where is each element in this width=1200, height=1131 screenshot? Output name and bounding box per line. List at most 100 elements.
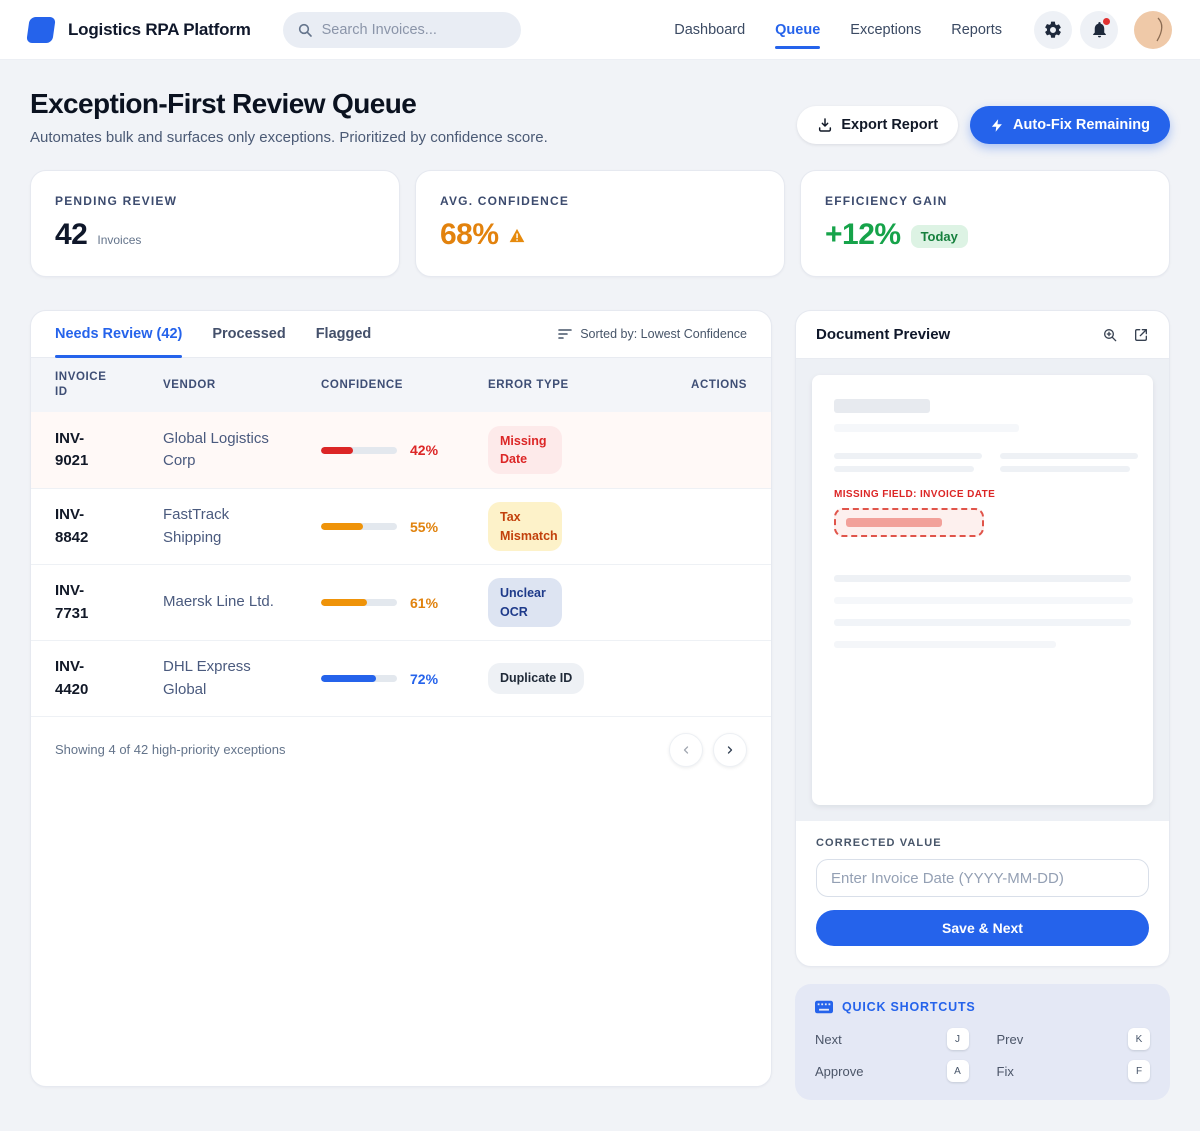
shortcuts-title: QUICK SHORTCUTS [842, 1000, 976, 1014]
corrected-value-label: CORRECTED VALUE [816, 837, 1149, 849]
stat-value: 42 [55, 218, 87, 252]
sort-icon [558, 328, 572, 340]
stat-value: +12% [825, 218, 901, 252]
vendor-name: Global Logistics Corp [163, 428, 285, 473]
doc-placeholder-line [834, 466, 974, 472]
preview-title: Document Preview [816, 326, 950, 343]
tab-flagged[interactable]: Flagged [316, 311, 372, 357]
avatar[interactable] [1134, 11, 1172, 49]
document-page[interactable]: MISSING FIELD: INVOICE DATE [812, 375, 1153, 805]
column-actions: ACTIONS [691, 378, 747, 393]
confidence-bar [321, 447, 397, 454]
confidence-value: 42% [410, 442, 438, 458]
confidence-bar [321, 599, 397, 606]
shortcut-item: PrevK [997, 1028, 1151, 1050]
shortcuts-grid: NextJPrevKApproveAFixF [815, 1028, 1150, 1082]
main-nav: Dashboard Queue Exceptions Reports [674, 0, 1002, 60]
shortcut-keycap: A [947, 1060, 969, 1082]
shortcut-item: FixF [997, 1060, 1151, 1082]
doc-placeholder-line [834, 424, 1019, 432]
missing-field-bar [846, 518, 942, 527]
nav-link-exceptions[interactable]: Exceptions [850, 0, 921, 60]
column-confidence: CONFIDENCE [321, 378, 488, 393]
column-vendor: VENDOR [163, 378, 321, 393]
brand-logo [26, 17, 56, 43]
doc-placeholder-title [834, 399, 930, 413]
download-icon [817, 117, 833, 133]
invoice-id: INV-4420 [55, 656, 117, 701]
column-invoice-id: INVOICE ID [55, 370, 117, 400]
error-type-badge: Missing Date [488, 426, 562, 474]
stat-label: AVG. CONFIDENCE [440, 194, 760, 208]
page-subtitle: Automates bulk and surfaces only excepti… [30, 129, 548, 146]
shortcut-label: Approve [815, 1064, 863, 1079]
tab-needs-review[interactable]: Needs Review (42) [55, 311, 182, 357]
export-report-button[interactable]: Export Report [797, 106, 958, 144]
table-row[interactable]: INV-7731Maersk Line Ltd.61%Unclear OCR [31, 564, 771, 640]
doc-placeholder-line [834, 575, 1131, 582]
review-queue-card: Needs Review (42) Processed Flagged Sort… [30, 310, 772, 1087]
shortcut-keycap: K [1128, 1028, 1150, 1050]
invoice-id: INV-7731 [55, 580, 117, 625]
stat-cards: PENDING REVIEW 42 Invoices AVG. CONFIDEN… [30, 170, 1170, 277]
settings-button[interactable] [1034, 11, 1072, 49]
external-link-icon[interactable] [1133, 327, 1149, 343]
corrected-value-section: CORRECTED VALUE Save & Next [796, 821, 1169, 966]
shortcut-keycap: F [1128, 1060, 1150, 1082]
doc-placeholder-line [1000, 453, 1138, 459]
chevron-right-icon [724, 744, 736, 756]
table-row[interactable]: INV-9021 Global Logistics Corp 42% Missing … [31, 412, 771, 488]
search-input[interactable] [322, 22, 507, 38]
vendor-name: FastTrack Shipping [163, 504, 285, 549]
stat-card-efficiency: EFFICIENCY GAIN +12% Today [800, 170, 1170, 277]
doc-placeholder-line [834, 597, 1133, 604]
error-type-badge: Tax Mismatch [488, 502, 562, 550]
search-box[interactable] [283, 12, 521, 48]
table-row[interactable]: INV-4420DHL Express Global72%Duplicate I… [31, 640, 771, 716]
doc-placeholder-line [834, 641, 1056, 648]
next-page-button[interactable] [713, 733, 747, 767]
nav-link-reports[interactable]: Reports [951, 0, 1002, 60]
document-preview-card: Document Preview [795, 310, 1170, 967]
nav-link-dashboard[interactable]: Dashboard [674, 0, 745, 60]
error-type-badge: Unclear OCR [488, 578, 562, 626]
notification-dot [1103, 18, 1110, 25]
column-error-type: ERROR TYPE [488, 378, 648, 393]
keyboard-icon [815, 1000, 833, 1014]
doc-placeholder-line [834, 619, 1131, 626]
notifications-button[interactable] [1080, 11, 1118, 49]
page-title: Exception-First Review Queue [30, 88, 548, 120]
prev-page-button[interactable] [669, 733, 703, 767]
doc-placeholder-line [834, 453, 982, 459]
auto-fix-button[interactable]: Auto-Fix Remaining [970, 106, 1170, 144]
nav-icon-group [1034, 11, 1172, 49]
sort-control[interactable]: Sorted by: Lowest Confidence [558, 327, 747, 341]
invoice-id: INV-9021 [55, 428, 117, 473]
quick-shortcuts-card: QUICK SHORTCUTS NextJPrevKApproveAFixF [795, 984, 1170, 1100]
corrected-value-input[interactable] [816, 859, 1149, 897]
today-badge: Today [911, 225, 968, 248]
save-next-button[interactable]: Save & Next [816, 910, 1149, 946]
stat-suffix: Invoices [97, 233, 141, 247]
nav-link-queue[interactable]: Queue [775, 0, 820, 60]
tab-processed[interactable]: Processed [212, 311, 285, 357]
brand-name: Logistics RPA Platform [68, 20, 251, 40]
missing-field-highlight[interactable] [834, 508, 984, 537]
zoom-in-icon[interactable] [1102, 327, 1118, 343]
table-header: INVOICE ID VENDOR CONFIDENCE ERROR TYPE … [31, 358, 771, 412]
table-body: INV-9021 Global Logistics Corp 42% Missing … [31, 412, 771, 716]
warning-icon [509, 228, 525, 243]
stat-value: 68% [440, 218, 499, 252]
document-preview-area: MISSING FIELD: INVOICE DATE [796, 359, 1169, 821]
shortcut-label: Next [815, 1032, 842, 1047]
export-report-label: Export Report [841, 117, 938, 133]
error-type-badge: Duplicate ID [488, 663, 584, 693]
table-footer: Showing 4 of 42 high-priority exceptions [31, 716, 771, 782]
results-summary: Showing 4 of 42 high-priority exceptions [55, 742, 286, 757]
top-navbar: Logistics RPA Platform Dashboard Queue E… [0, 0, 1200, 60]
confidence-bar [321, 675, 397, 682]
search-icon [297, 22, 313, 38]
table-row[interactable]: INV-8842FastTrack Shipping55%Tax Mismatc… [31, 488, 771, 564]
chevron-left-icon [680, 744, 692, 756]
confidence-value: 55% [410, 519, 438, 535]
